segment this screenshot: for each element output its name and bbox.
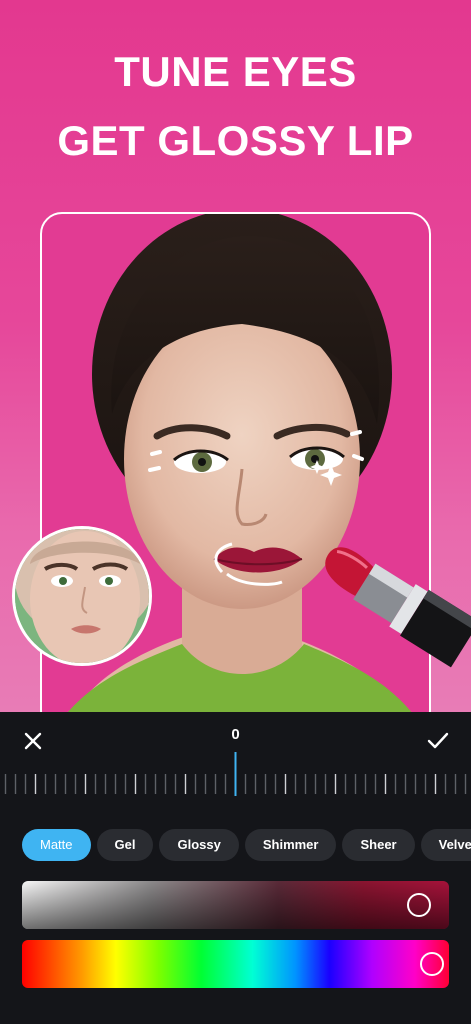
chip-velvet[interactable]: Velvet	[420, 829, 471, 861]
headline-line-1: TUNE EYES	[114, 48, 357, 95]
headline-line-2: GET GLOSSY LIP	[57, 117, 414, 164]
chip-glossy[interactable]: Glossy	[159, 829, 239, 861]
chip-shimmer[interactable]: Shimmer	[244, 829, 337, 861]
lip-editor-panel: 0 MatteGelGlossyShimmerSheerVelvet	[0, 712, 471, 1024]
hero-banner: TUNE EYES GET GLOSSY LIP	[0, 0, 471, 712]
chip-gel[interactable]: Gel	[96, 829, 154, 861]
shade-slider[interactable]	[22, 881, 449, 929]
before-photo-thumbnail	[12, 526, 152, 666]
lipstick-illustration	[300, 535, 471, 675]
intensity-value: 0	[231, 726, 240, 743]
chip-matte[interactable]: Matte	[22, 829, 91, 861]
shade-slider-knob[interactable]	[407, 893, 432, 917]
hue-slider[interactable]	[22, 940, 449, 988]
finish-chip-list: MatteGelGlossyShimmerSheerVelvet	[22, 829, 471, 861]
hue-slider-knob[interactable]	[419, 952, 444, 976]
chip-sheer[interactable]: Sheer	[342, 829, 415, 861]
intensity-ruler[interactable]	[0, 750, 471, 810]
